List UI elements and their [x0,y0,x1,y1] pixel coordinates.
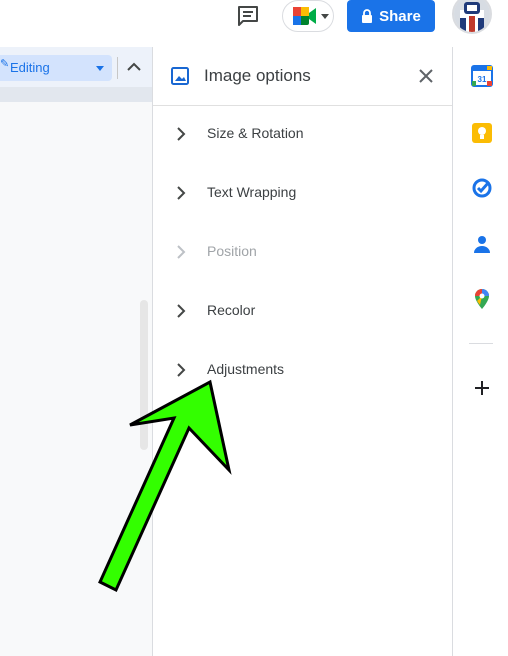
share-button[interactable]: Share [347,0,435,32]
pencil-icon: ✎ [0,58,10,70]
chevron-right-icon [177,363,186,377]
chevron-right-icon [177,186,186,200]
tasks-button[interactable] [471,177,493,199]
editing-toolbar: ✎ Editing [0,47,152,87]
section-label: Adjustments [207,361,285,377]
share-label: Share [379,7,421,25]
rail-divider [469,343,493,344]
contacts-button[interactable] [471,233,493,255]
section-recolor[interactable]: Recolor [153,291,453,331]
comment-history-button[interactable] [234,3,262,29]
section-label: Size & Rotation [207,125,304,141]
calendar-icon: 31 [471,65,493,87]
section-label: Recolor [207,302,256,318]
calendar-day: 31 [478,75,487,84]
keep-icon [472,123,492,143]
maps-button[interactable] [471,288,493,310]
calendar-button[interactable]: 31 [471,65,493,87]
document-scrollbar[interactable] [140,300,148,450]
section-label: Position [207,243,257,259]
comment-icon [238,6,258,26]
top-bar: Share [0,0,508,46]
contacts-icon [474,236,490,253]
toolbar-divider [117,57,118,79]
hide-menus-button[interactable] [125,58,143,76]
section-label: Text Wrapping [207,184,297,200]
close-icon [419,69,433,83]
section-adjustments[interactable]: Adjustments [153,350,453,390]
chevron-up-icon [127,62,141,71]
section-text-wrapping[interactable]: Text Wrapping [153,173,453,213]
panel-title: Image options [204,66,311,85]
chevron-down-icon [321,14,329,19]
image-icon [171,67,189,85]
chevron-right-icon [177,304,186,318]
image-options-panel: Image options Size & Rotation Text Wrapp… [152,47,453,656]
chevron-right-icon [177,127,186,141]
meet-button[interactable] [282,0,334,32]
maps-icon [475,289,489,309]
side-apps-rail: 31 [452,47,508,656]
editing-mode-label: Editing [10,60,50,75]
chevron-right-icon [177,245,186,259]
get-addons-button[interactable] [471,377,493,399]
panel-header: Image options [153,47,453,106]
ruler [0,87,152,102]
close-panel-button[interactable] [416,66,436,86]
add-icon [475,381,489,395]
lock-icon [362,9,373,23]
avatar-image-icon [454,0,490,32]
tasks-icon [472,178,492,198]
section-position: Position [153,232,453,272]
avatar[interactable] [452,0,492,34]
meet-icon [293,7,316,25]
keep-button[interactable] [471,122,493,144]
section-size-rotation[interactable]: Size & Rotation [153,114,453,154]
editing-mode-select[interactable]: ✎ Editing [0,55,112,81]
dropdown-caret-icon [96,66,104,71]
document-canvas[interactable] [0,102,152,656]
